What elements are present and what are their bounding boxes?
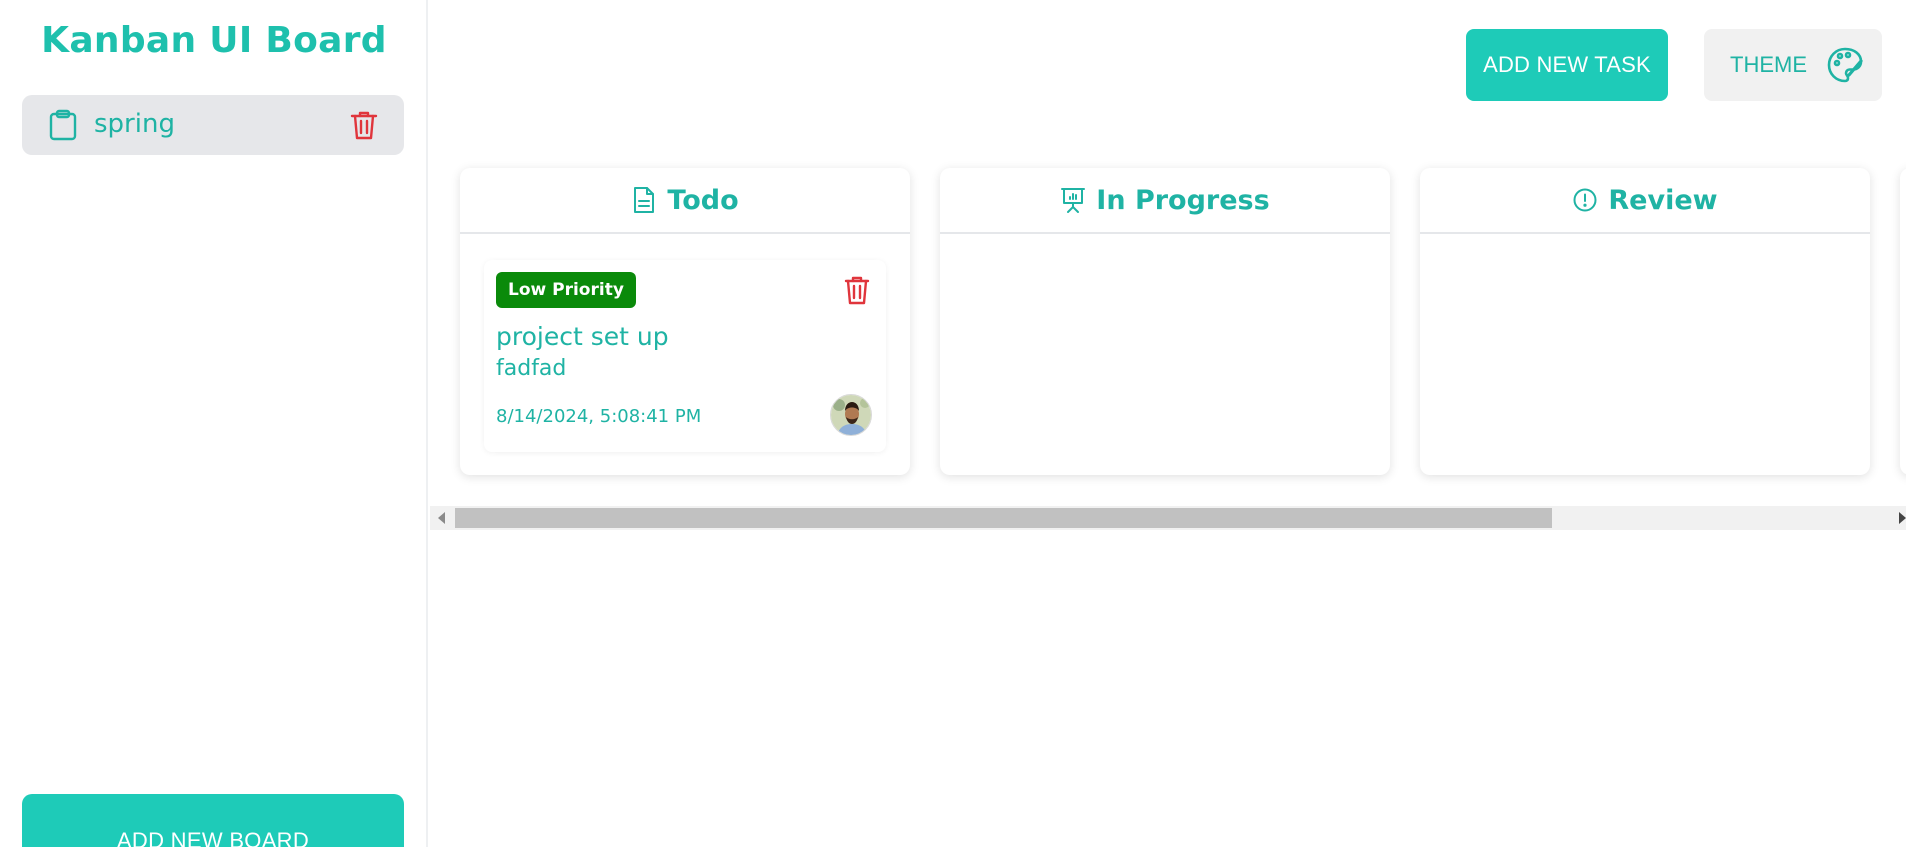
column-title: Todo: [667, 184, 739, 216]
sidebar: Kanban UI Board spring ADD NEW BOARD: [0, 0, 428, 847]
task-description: fadfad: [496, 356, 567, 381]
palette-icon: [1827, 47, 1863, 83]
column-header: In Progress: [940, 168, 1390, 234]
presentation-chart-icon: [1061, 188, 1086, 213]
trash-icon[interactable]: [350, 109, 378, 141]
horizontal-scrollbar[interactable]: [430, 506, 1906, 530]
board-label: spring: [94, 109, 175, 139]
column-header: Todo: [460, 168, 910, 234]
document-icon: [634, 187, 655, 213]
sidebar-item-board[interactable]: spring: [22, 95, 404, 155]
column-in-progress: In Progress: [940, 168, 1390, 475]
scroll-right-arrow-icon[interactable]: [1899, 512, 1906, 524]
column-header: Review: [1420, 168, 1870, 234]
priority-badge: Low Priority: [496, 272, 636, 308]
columns-area: Todo Low Priority project set up fadfad …: [430, 150, 1906, 530]
column-title: In Progress: [1096, 184, 1270, 216]
column-next: [1900, 168, 1906, 475]
scrollbar-thumb[interactable]: [455, 508, 1552, 528]
column-title: Review: [1608, 184, 1718, 216]
column-review: Review: [1420, 168, 1870, 475]
avatar: [830, 394, 872, 436]
task-timestamp: 8/14/2024, 5:08:41 PM: [496, 406, 702, 427]
theme-label: THEME: [1730, 52, 1807, 77]
task-title: project set up: [496, 322, 669, 351]
clipboard-icon: [49, 109, 77, 141]
task-card[interactable]: Low Priority project set up fadfad 8/14/…: [484, 260, 886, 452]
theme-button[interactable]: THEME: [1704, 29, 1882, 101]
alert-circle-icon: [1573, 188, 1597, 212]
scroll-left-arrow-icon[interactable]: [438, 512, 445, 524]
trash-icon[interactable]: [844, 274, 870, 306]
app-title: Kanban UI Board: [41, 20, 387, 61]
add-new-board-button[interactable]: ADD NEW BOARD: [22, 794, 404, 847]
column-todo: Todo Low Priority project set up fadfad …: [460, 168, 910, 475]
add-new-task-button[interactable]: ADD NEW TASK: [1466, 29, 1668, 101]
